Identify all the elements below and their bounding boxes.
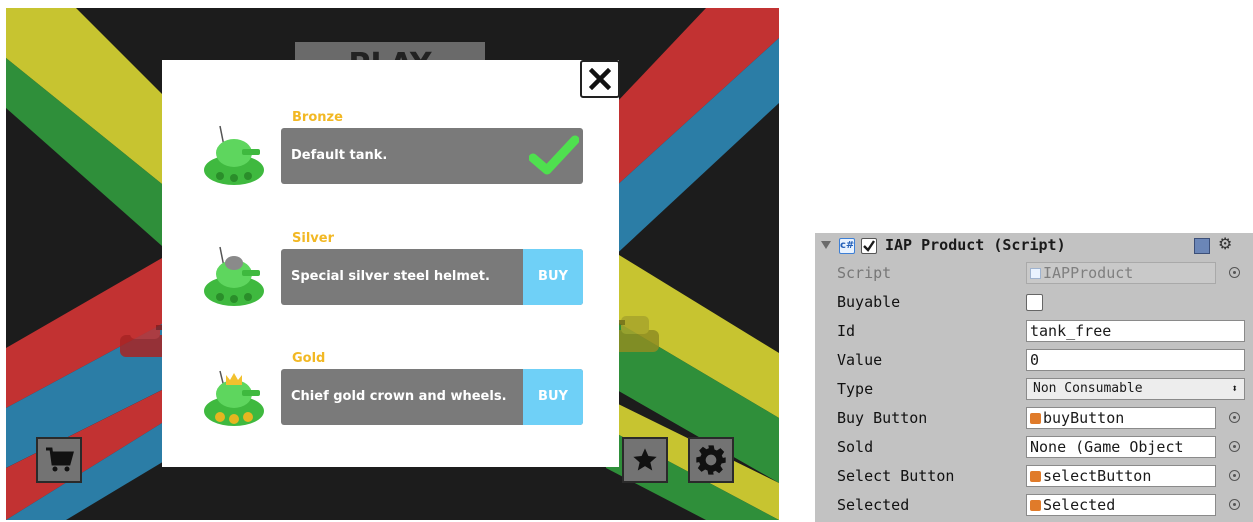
- tier-label: Bronze: [292, 110, 343, 125]
- prop-label: Type: [837, 380, 874, 398]
- prop-label: Id: [837, 322, 856, 340]
- selected-field[interactable]: Selected: [1026, 494, 1216, 516]
- tank-bronze-icon: [204, 125, 264, 185]
- foldout-arrow-icon[interactable]: [821, 241, 831, 249]
- buyable-checkbox[interactable]: [1026, 294, 1043, 311]
- buy-button[interactable]: BUY: [523, 249, 583, 305]
- object-picker-icon[interactable]: [1229, 470, 1240, 481]
- script-value: IAPProduct: [1043, 264, 1134, 282]
- product-row-silver: Silver Special silver steel helmet. BUY: [162, 231, 619, 311]
- object-picker-icon: [1229, 267, 1240, 278]
- object-picker-icon[interactable]: [1229, 441, 1240, 452]
- star-icon: [633, 448, 657, 471]
- tier-label: Silver: [292, 231, 334, 246]
- tank-gold-icon: [204, 370, 264, 426]
- product-bar: Chief gold crown and wheels. BUY: [281, 369, 583, 425]
- select-button-field[interactable]: selectButton: [1026, 465, 1216, 487]
- store-dialog: Bronze Default tank. Silver Special silv…: [162, 60, 620, 467]
- prop-sold: Sold None (Game Object: [815, 433, 1253, 462]
- prop-label: Select Button: [837, 467, 955, 485]
- component-header: c# IAP Product (Script) ⚙: [815, 233, 1253, 259]
- component-settings-icon[interactable]: ⚙: [1218, 234, 1232, 253]
- prop-buy-button: Buy Button buyButton: [815, 404, 1253, 433]
- buy-button-value: buyButton: [1043, 409, 1125, 427]
- sold-field[interactable]: None (Game Object: [1026, 436, 1216, 458]
- product-bar: Special silver steel helmet. BUY: [281, 249, 583, 305]
- prop-label: Sold: [837, 438, 874, 456]
- prop-script: Script IAPProduct: [815, 259, 1253, 288]
- tier-label: Gold: [292, 351, 326, 366]
- shop-button[interactable]: [36, 437, 82, 483]
- gameobject-icon: [1030, 471, 1041, 482]
- cart-icon: [46, 447, 74, 472]
- value-field[interactable]: 0: [1026, 349, 1245, 371]
- prop-selected: Selected Selected: [815, 491, 1253, 520]
- settings-button[interactable]: [688, 437, 734, 483]
- help-icon[interactable]: [1194, 238, 1210, 254]
- product-description: Chief gold crown and wheels.: [291, 389, 507, 404]
- product-bar[interactable]: Default tank.: [281, 128, 583, 184]
- prop-label: Script: [837, 264, 892, 282]
- type-dropdown[interactable]: Non Consumable ⬍: [1026, 378, 1245, 400]
- script-icon: c#: [839, 238, 855, 254]
- inspector-panel: c# IAP Product (Script) ⚙ Script IAPProd…: [815, 233, 1253, 522]
- product-description: Default tank.: [291, 148, 388, 163]
- prop-select-button: Select Button selectButton: [815, 462, 1253, 491]
- close-button[interactable]: [580, 60, 620, 98]
- gameobject-icon: [1030, 413, 1041, 424]
- prop-label: Buyable: [837, 293, 901, 311]
- buy-button-field[interactable]: buyButton: [1026, 407, 1216, 429]
- prop-label: Value: [837, 351, 883, 369]
- selected-value: Selected: [1043, 496, 1116, 514]
- script-field: IAPProduct: [1026, 262, 1216, 284]
- prop-type: Type Non Consumable ⬍: [815, 375, 1253, 404]
- close-icon: [589, 68, 611, 90]
- object-picker-icon[interactable]: [1229, 412, 1240, 423]
- prop-value: Value 0: [815, 346, 1253, 375]
- product-row-gold: Gold Chief gold crown and wheels. BUY: [162, 351, 619, 431]
- tank-silver-icon: [204, 246, 264, 306]
- object-picker-icon[interactable]: [1229, 499, 1240, 510]
- type-value: Non Consumable: [1033, 381, 1143, 396]
- product-description: Special silver steel helmet.: [291, 269, 490, 284]
- prop-buyable: Buyable: [815, 288, 1253, 317]
- gear-icon: [696, 445, 726, 475]
- check-icon: [863, 240, 875, 252]
- gameobject-icon: [1030, 500, 1041, 511]
- dropdown-arrow-icon: ⬍: [1231, 382, 1238, 395]
- buy-button[interactable]: BUY: [523, 369, 583, 425]
- component-title: IAP Product (Script): [885, 236, 1066, 254]
- prop-id: Id tank_free: [815, 317, 1253, 346]
- select-button-value: selectButton: [1043, 467, 1152, 485]
- prop-label: Buy Button: [837, 409, 928, 427]
- checkmark-icon: [529, 135, 579, 175]
- product-row-bronze: Bronze Default tank.: [162, 110, 619, 190]
- script-file-icon: [1030, 268, 1041, 279]
- game-view: PLAY Bronze Default tank.: [6, 8, 779, 520]
- rate-button[interactable]: [622, 437, 668, 483]
- id-field[interactable]: tank_free: [1026, 320, 1245, 342]
- prop-label: Selected: [837, 496, 910, 514]
- component-enabled-checkbox[interactable]: [861, 238, 877, 254]
